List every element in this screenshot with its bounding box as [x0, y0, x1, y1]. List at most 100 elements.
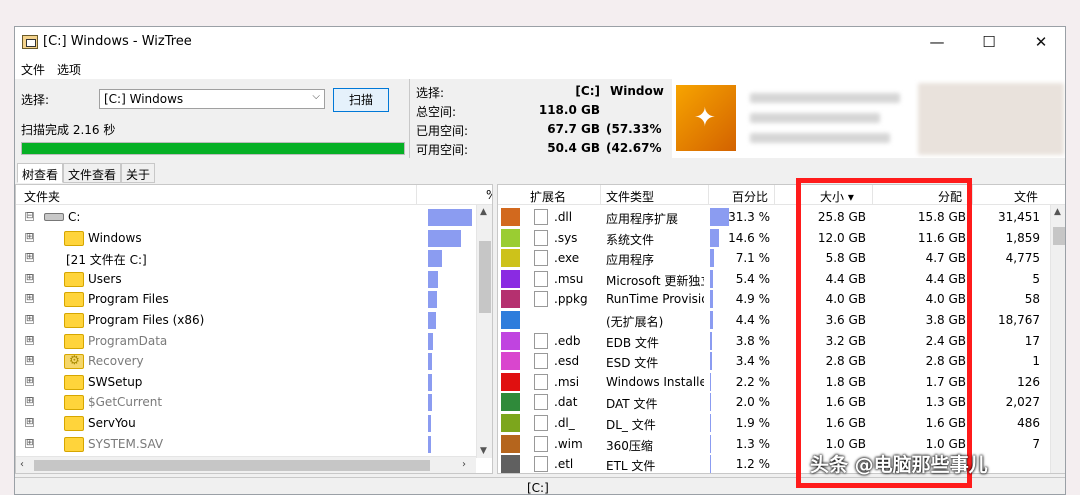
tree-row[interactable]: ⊞ ProgramData: [16, 331, 476, 352]
scroll-up-icon[interactable]: ▲: [480, 207, 487, 217]
column-header-allocated[interactable]: 分配: [938, 188, 962, 205]
folder-icon: [64, 230, 84, 246]
cell-percent: 4.4 %: [735, 313, 770, 327]
tree-row[interactable]: ⊞ Program Files: [16, 289, 476, 310]
scroll-thumb[interactable]: [34, 460, 430, 471]
extension-row[interactable]: .esd ESD 文件 3.4 % 2.8 GB 2.8 GB 1: [498, 351, 1050, 372]
column-header-percent[interactable]: %: [486, 188, 492, 202]
expand-toggle-icon[interactable]: ⊞: [25, 438, 34, 448]
column-divider: [774, 185, 775, 205]
extension-row[interactable]: .dl_ DL_ 文件 1.9 % 1.6 GB 1.6 GB 486: [498, 413, 1050, 434]
minimize-button[interactable]: —: [923, 31, 951, 53]
scroll-down-icon[interactable]: ▼: [480, 446, 487, 456]
tree-horizontal-scrollbar[interactable]: ‹ ›: [16, 456, 476, 473]
tree-row[interactable]: ⊞ Users: [16, 269, 476, 290]
tree-row[interactable]: ⊞ $GetCurrent: [16, 392, 476, 413]
tree-row[interactable]: ⊞ SWSetup: [16, 372, 476, 393]
extension-row[interactable]: .exe 应用程序 7.1 % 5.8 GB 4.7 GB 4,775: [498, 248, 1050, 269]
extension-row[interactable]: .sys 系统文件 14.6 % 12.0 GB 11.6 GB 1,859: [498, 228, 1050, 249]
extension-row[interactable]: .edb EDB 文件 3.8 % 3.2 GB 2.4 GB 17: [498, 331, 1050, 352]
tree-vertical-scrollbar[interactable]: ▲ ▼: [476, 205, 492, 458]
extension-vertical-scrollbar[interactable]: ▲: [1050, 205, 1065, 473]
tab-file-view[interactable]: 文件查看: [63, 163, 122, 183]
tab-tree-view[interactable]: 树查看: [17, 163, 64, 183]
column-header-folder[interactable]: 文件夹: [24, 188, 60, 205]
cell-extension: .msi: [554, 374, 580, 389]
wiztree-app-icon: [22, 35, 38, 49]
tree-row[interactable]: ⊞ Recovery: [16, 351, 476, 372]
expand-toggle-icon[interactable]: ⊞: [25, 232, 34, 242]
wiztree-logo-icon: [676, 85, 736, 151]
column-header-extension[interactable]: 扩展名: [530, 188, 566, 205]
tree-row[interactable]: ⊞ Windows: [16, 228, 476, 249]
expand-toggle-icon[interactable]: ⊟: [25, 212, 34, 221]
scan-button[interactable]: 扫描: [333, 88, 389, 112]
expand-toggle-icon[interactable]: ⊞: [25, 315, 34, 324]
column-header-file-type[interactable]: 文件类型: [606, 188, 654, 205]
drive-icon: [44, 213, 64, 221]
scroll-left-icon[interactable]: ‹: [20, 459, 24, 470]
column-header-size[interactable]: 大小 ▾: [820, 188, 854, 205]
cell-percent: 7.1 %: [735, 251, 770, 266]
expand-toggle-icon[interactable]: ⊞: [25, 397, 34, 407]
tree-row[interactable]: ⊟ C:: [16, 207, 476, 228]
cell-file-type: 系统文件: [606, 232, 655, 247]
percent-bar: [710, 455, 711, 473]
menu-file[interactable]: 文件: [21, 61, 45, 78]
menu-options[interactable]: 选项: [57, 61, 81, 78]
cell-files: 18,767: [998, 313, 1040, 327]
expand-toggle-icon[interactable]: ⊞: [25, 356, 34, 366]
expand-toggle-icon[interactable]: ⊞: [25, 253, 34, 263]
used-space-value: 67.7 GB: [547, 122, 600, 136]
tree-row[interactable]: ⊞ SYSTEM.SAV: [16, 434, 476, 455]
tree-row[interactable]: ⊞ [21 文件在 C:]: [16, 248, 476, 269]
scroll-up-icon[interactable]: ▲: [1054, 207, 1061, 217]
cell-size: 1.6 GB: [825, 395, 866, 410]
cell-percent: 4.9 %: [735, 292, 770, 307]
tree-item-label: ProgramData: [88, 333, 168, 348]
cell-extension: .msu: [554, 271, 584, 286]
cell-file-type: Windows Installer: [606, 374, 704, 389]
tree-item-label: SYSTEM.SAV: [88, 436, 164, 451]
extension-row[interactable]: .msi Windows Installer 2.2 % 1.8 GB 1.7 GB 12…: [498, 372, 1050, 393]
expand-toggle-icon[interactable]: ⊞: [25, 418, 34, 427]
column-divider: [872, 185, 873, 205]
size-bar: [428, 291, 437, 309]
folder-icon: [64, 313, 84, 328]
tab-about[interactable]: 关于: [121, 163, 156, 183]
scroll-right-icon[interactable]: ›: [462, 459, 466, 470]
column-header-files[interactable]: 文件: [1014, 188, 1038, 205]
cell-extension: .exe: [554, 251, 580, 266]
file-type-icon: [534, 373, 548, 390]
tree-row[interactable]: ⊞ Program Files (x86): [16, 310, 476, 331]
scroll-thumb[interactable]: [479, 241, 491, 313]
extension-row[interactable]: .msu Microsoft 更新独立 5.4 % 4.4 GB 4.4 GB 5: [498, 269, 1050, 290]
extension-row[interactable]: .dat DAT 文件 2.0 % 1.6 GB 1.3 GB 2,027: [498, 392, 1050, 413]
expand-toggle-icon[interactable]: ⊞: [25, 335, 34, 345]
folder-icon: [64, 271, 84, 287]
maximize-button[interactable]: ☐: [975, 31, 1003, 53]
folder-icon: [64, 395, 84, 411]
color-swatch: [501, 208, 520, 226]
column-header-percent[interactable]: 百分比: [732, 188, 768, 205]
cell-allocated: 1.0 GB: [925, 436, 966, 451]
cell-size: 12.0 GB: [817, 230, 866, 245]
expand-toggle-icon[interactable]: ⊞: [25, 294, 34, 304]
file-type-icon: [534, 332, 548, 349]
close-button[interactable]: ✕: [1027, 31, 1055, 53]
extension-row[interactable]: .ppkg RunTime Provision 4.9 % 4.0 GB 4.0 GB 5…: [498, 289, 1050, 310]
color-swatch: [501, 393, 520, 412]
tree-item-label: Windows: [88, 230, 142, 245]
tree-row[interactable]: ⊞ ServYou: [16, 413, 476, 434]
cell-files: 126: [1017, 374, 1040, 389]
scroll-thumb[interactable]: [1053, 227, 1065, 245]
file-type-icon: [534, 270, 548, 287]
cell-size: 1.8 GB: [825, 374, 866, 389]
drive-select[interactable]: [C:] Windows ⌵: [99, 89, 325, 109]
expand-toggle-icon[interactable]: ⊞: [25, 376, 34, 386]
cell-size: 4.4 GB: [825, 271, 866, 286]
expand-toggle-icon[interactable]: ⊞: [25, 273, 34, 283]
extension-row[interactable]: (无扩展名) 4.4 % 3.6 GB 3.8 GB 18,767: [498, 310, 1050, 331]
extension-row[interactable]: .dll 应用程序扩展 31.3 % 25.8 GB 15.8 GB 31,451: [498, 207, 1050, 228]
tree-item-label: Program Files (x86): [88, 313, 205, 327]
